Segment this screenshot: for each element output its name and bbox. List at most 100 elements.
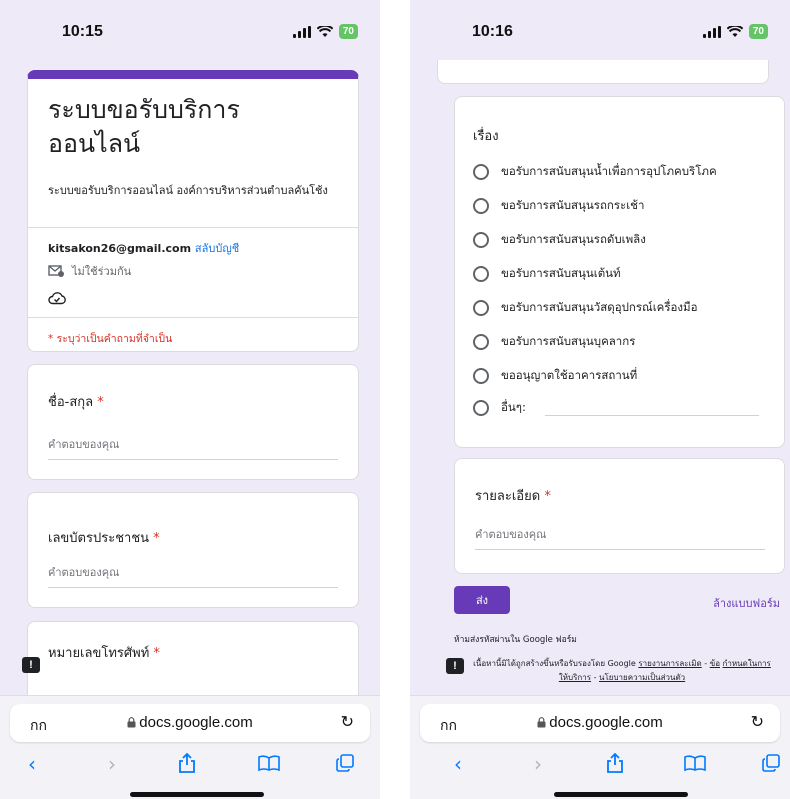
not-shared-row: ไม่ใช้ร่วมกัน	[48, 262, 131, 280]
wifi-icon	[726, 25, 743, 37]
status-bar: 10:16 70	[410, 0, 790, 60]
radio-option-label: ขอรับการสนับสนุนรถกระเช้า	[501, 198, 645, 212]
question-label: รายละเอียด *	[475, 485, 551, 506]
radio-button[interactable]	[473, 232, 489, 248]
radio-button[interactable]	[473, 334, 489, 350]
radio-option-label: ขอรับการสนับสนุนรถดับเพลิง	[501, 232, 646, 246]
subject-label: เรื่อง	[473, 129, 499, 144]
question-card-name: ชื่อ-สกุล * คำตอบของคุณ	[27, 364, 359, 480]
radio-option-label: ขอรับการสนับสนุนเต้นท์	[501, 266, 621, 280]
url-display: docs.google.com	[420, 714, 780, 731]
address-bar[interactable]: กก docs.google.com ↻	[10, 704, 370, 742]
radio-button[interactable]	[473, 300, 489, 316]
signal-icon	[702, 25, 721, 38]
id-number-input[interactable]: คำตอบของคุณ	[48, 563, 338, 588]
required-asterisk: *	[153, 531, 160, 546]
name-input[interactable]: คำตอบของคุณ	[48, 435, 338, 460]
question-label-text: เลขบัตรประชาชน	[48, 531, 150, 546]
bookmarks-icon[interactable]	[258, 755, 280, 771]
mail-off-icon	[48, 265, 64, 277]
form-title-line1: ระบบขอรับบริการ	[48, 95, 240, 124]
required-asterisk: *	[97, 395, 104, 410]
other-text-input[interactable]	[545, 415, 759, 416]
account-row: kitsakon26@gmail.com สลับบัญชี	[48, 239, 239, 257]
radio-option[interactable]: ขอรับการสนับสนุนรถกระเช้า	[473, 197, 644, 215]
footer-separator: -	[593, 673, 597, 682]
back-icon[interactable]: ‹	[454, 752, 462, 776]
other-label: อื่นๆ:	[501, 400, 526, 414]
submit-button[interactable]: ส่ง	[454, 586, 510, 614]
radio-option[interactable]: ขอรับการสนับสนุนบุคลากร	[473, 333, 635, 351]
radio-option[interactable]: ขอรับการสนับสนุนเต้นท์	[473, 265, 621, 283]
status-bar: 10:15 70	[0, 0, 380, 60]
battery-icon: 70	[338, 24, 358, 39]
status-icons: 70	[702, 24, 768, 39]
not-shared-label: ไม่ใช้ร่วมกัน	[72, 265, 132, 278]
reload-icon[interactable]: ↻	[341, 712, 354, 731]
switch-account-link[interactable]: สลับบัญชี	[195, 242, 239, 255]
lock-icon	[127, 717, 136, 728]
account-email: kitsakon26@gmail.com	[48, 242, 192, 255]
phone-screen-left: 10:15 70 ระบบขอรับบริการ ออนไลน์ ระบบขอร…	[0, 0, 380, 799]
terms-link-a[interactable]: ข้อ	[710, 659, 720, 668]
tabs-icon[interactable]	[336, 754, 354, 772]
share-icon[interactable]	[178, 752, 196, 774]
privacy-link[interactable]: นโยบายความเป็นส่วนตัว	[599, 673, 685, 682]
details-input[interactable]: คำตอบของคุณ	[475, 525, 765, 550]
question-label-text: ชื่อ-สกุล	[48, 395, 94, 410]
phone-screen-right: 10:16 70 เรื่อง ขอรับการสนับสนุนน้ำเพื่อ…	[410, 0, 790, 799]
question-label: ชื่อ-สกุล *	[48, 391, 104, 412]
radio-option[interactable]: ขอรับการสนับสนุนน้ำเพื่อการอุปโภคบริโภค	[473, 163, 717, 181]
radio-button[interactable]	[473, 266, 489, 282]
lock-icon	[537, 717, 546, 728]
share-icon[interactable]	[606, 752, 624, 774]
question-card-subject: เรื่อง ขอรับการสนับสนุนน้ำเพื่อการอุปโภค…	[454, 96, 785, 448]
url-display: docs.google.com	[10, 714, 370, 731]
url-text: docs.google.com	[549, 714, 663, 731]
footer-disclaimer: เนื้อหานี้มิได้ถูกสร้างขึ้นหรือรับรองโดย…	[472, 657, 772, 685]
previous-card-edge	[437, 60, 769, 84]
question-card-details: รายละเอียด * คำตอบของคุณ	[454, 458, 785, 574]
url-text: docs.google.com	[139, 714, 253, 731]
radio-button[interactable]	[473, 164, 489, 180]
radio-option[interactable]: ขอรับการสนับสนุนวัสดุอุปกรณ์เครื่องมือ	[473, 299, 698, 317]
reload-icon[interactable]: ↻	[751, 712, 764, 731]
radio-button[interactable]	[473, 198, 489, 214]
radio-option[interactable]: ขออนุญาตใช้อาคารสถานที่	[473, 367, 637, 385]
clear-form-link[interactable]: ล้างแบบฟอร์ม	[713, 594, 780, 612]
tabs-icon[interactable]	[762, 754, 780, 772]
address-bar[interactable]: กก docs.google.com ↻	[420, 704, 780, 742]
radio-button[interactable]	[473, 368, 489, 384]
report-abuse-link[interactable]: รายงานการละเมิด	[638, 659, 701, 668]
forward-icon[interactable]: ›	[534, 752, 542, 776]
no-password-note: ห้ามส่งรหัสผ่านใน Google ฟอร์ม	[454, 635, 577, 645]
form-content[interactable]: ระบบขอรับบริการ ออนไลน์ ระบบขอรับบริการอ…	[0, 60, 380, 695]
bookmarks-icon[interactable]	[684, 755, 706, 771]
nav-bar: ‹ ›	[0, 752, 380, 782]
battery-icon: 70	[748, 24, 768, 39]
signal-icon	[292, 25, 311, 38]
question-label-text: หมายเลขโทรศัพท์	[48, 646, 150, 661]
form-content[interactable]: เรื่อง ขอรับการสนับสนุนน้ำเพื่อการอุปโภค…	[410, 60, 790, 695]
nav-bar: ‹ ›	[410, 752, 790, 782]
form-title-line2: ออนไลน์	[48, 129, 141, 158]
question-label: หมายเลขโทรศัพท์ *	[48, 642, 160, 663]
radio-button[interactable]	[473, 400, 489, 416]
question-label-text: รายละเอียด	[475, 489, 541, 504]
radio-option[interactable]: ขอรับการสนับสนุนรถดับเพลิง	[473, 231, 646, 249]
status-time: 10:15	[62, 23, 103, 40]
radio-option-label: ขอรับการสนับสนุนน้ำเพื่อการอุปโภคบริโภค	[501, 164, 717, 178]
radio-option-other[interactable]: อื่นๆ:	[473, 399, 526, 417]
safari-toolbar: กก docs.google.com ↻ ‹ ›	[0, 695, 380, 799]
form-title: ระบบขอรับบริการ ออนไลน์	[48, 93, 240, 161]
safari-toolbar: กก docs.google.com ↻ ‹ ›	[410, 695, 790, 799]
home-indicator	[554, 792, 688, 797]
forward-icon[interactable]: ›	[108, 752, 116, 776]
report-icon[interactable]: !	[22, 657, 40, 673]
report-icon[interactable]: !	[446, 658, 464, 674]
back-icon[interactable]: ‹	[28, 752, 36, 776]
status-time: 10:16	[472, 23, 513, 40]
form-header-card: ระบบขอรับบริการ ออนไลน์ ระบบขอรับบริการอ…	[27, 70, 359, 352]
divider	[28, 317, 358, 318]
required-asterisk: *	[153, 646, 160, 661]
